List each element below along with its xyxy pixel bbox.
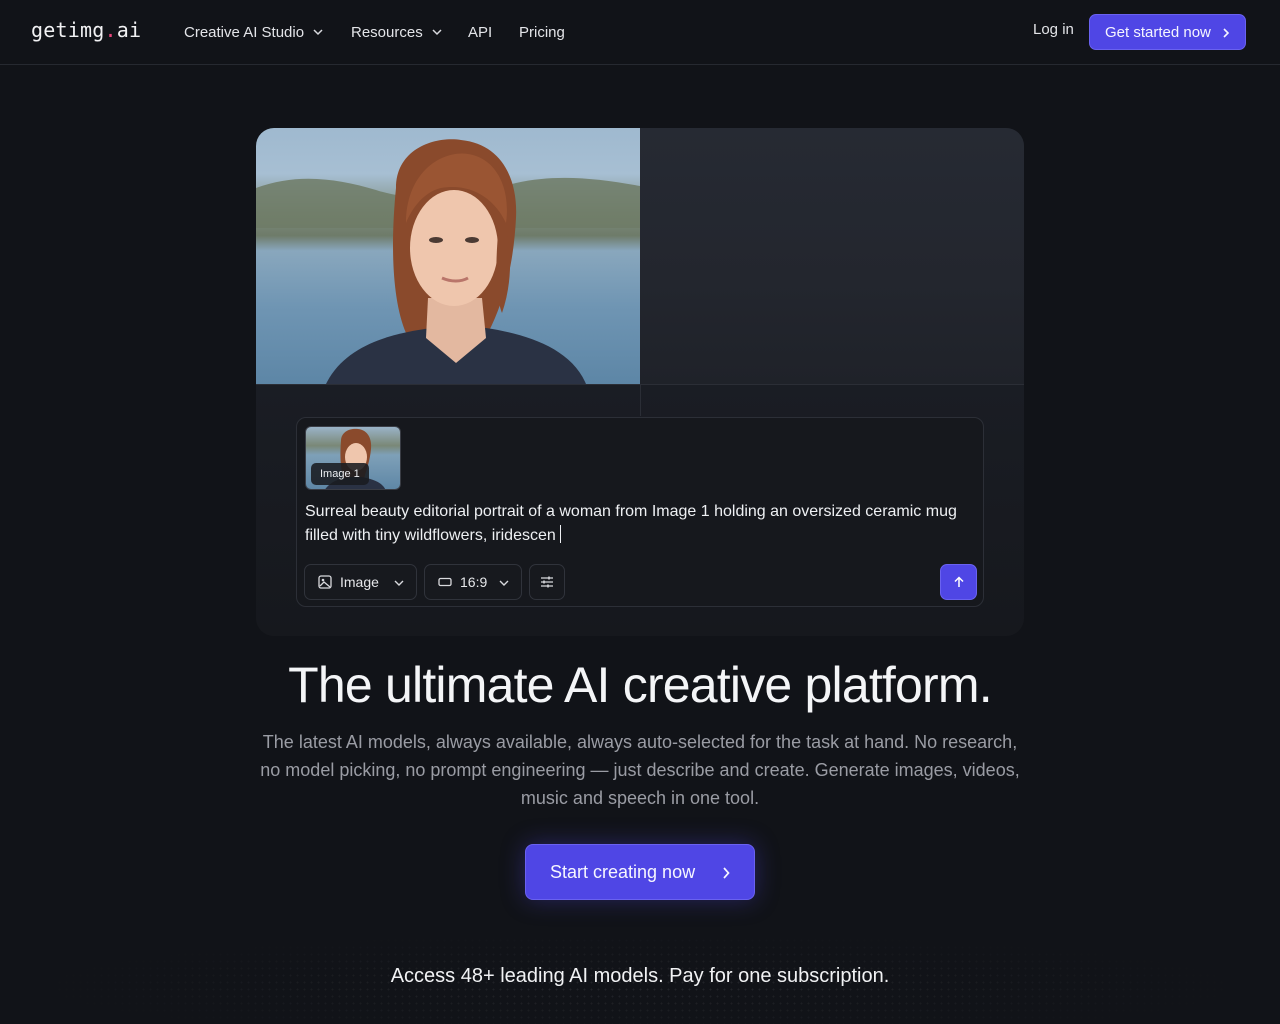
start-creating-button[interactable]: Start creating now: [525, 844, 755, 900]
hero-subtext: The latest AI models, always available, …: [260, 732, 1020, 808]
mode-label: Image: [340, 574, 379, 590]
chevron-down-icon: [432, 29, 442, 36]
generation-placeholder: [640, 128, 1024, 384]
models-access-text: Access 48+ leading AI models. Pay for on…: [390, 965, 890, 987]
mode-selector[interactable]: Image: [304, 564, 417, 600]
login-link[interactable]: Log in: [1033, 21, 1074, 38]
get-started-label: Get started now: [1105, 23, 1211, 41]
hero-headline: The ultimate AI creative platform.: [288, 657, 992, 713]
logo-prefix: getimg: [31, 18, 105, 42]
aspect-ratio-selector[interactable]: 16:9: [424, 564, 522, 600]
prompt-text: Surreal beauty editorial portrait of a w…: [305, 503, 957, 544]
nav-resources[interactable]: Resources: [351, 21, 442, 43]
chevron-right-icon: [1223, 28, 1230, 38]
top-navbar: getimg.ai Creative AI Studio Resources A…: [0, 0, 1280, 65]
nav-resources-label: Resources: [351, 23, 423, 41]
divider: [640, 384, 641, 416]
text-caret: [559, 525, 561, 543]
aspect-ratio-icon: [438, 577, 452, 587]
sliders-icon: [541, 576, 553, 588]
logo-suffix: ai: [116, 18, 142, 42]
logo[interactable]: getimg.ai: [31, 18, 141, 42]
get-started-button[interactable]: Get started now: [1089, 14, 1246, 50]
prompt-box: Image 1 Surreal beauty editorial portrai…: [296, 417, 984, 607]
settings-button[interactable]: [529, 564, 565, 600]
prompt-input[interactable]: Surreal beauty editorial portrait of a w…: [305, 500, 975, 548]
nav-creative-ai-studio[interactable]: Creative AI Studio: [184, 21, 323, 43]
chevron-right-icon: [723, 867, 730, 879]
nav-pricing[interactable]: Pricing: [519, 21, 565, 43]
start-creating-label: Start creating now: [550, 861, 696, 882]
attached-image-label: Image 1: [311, 463, 369, 485]
arrow-up-icon: [953, 576, 964, 587]
nav-pricing-label: Pricing: [519, 23, 565, 41]
chevron-down-icon: [313, 29, 323, 36]
aspect-ratio-label: 16:9: [460, 574, 488, 590]
submit-prompt-button[interactable]: [940, 564, 977, 600]
nav-creative-ai-studio-label: Creative AI Studio: [184, 23, 305, 41]
attached-image-thumbnail[interactable]: Image 1: [305, 426, 401, 490]
nav-api[interactable]: API: [468, 21, 492, 43]
portrait-image: [256, 128, 640, 384]
nav-api-label: API: [468, 23, 493, 41]
logo-dot: .: [104, 18, 117, 42]
chevron-down-icon: [394, 580, 404, 586]
chevron-down-icon: [499, 580, 509, 586]
image-icon: [318, 575, 332, 589]
woman-figure: [326, 139, 586, 384]
